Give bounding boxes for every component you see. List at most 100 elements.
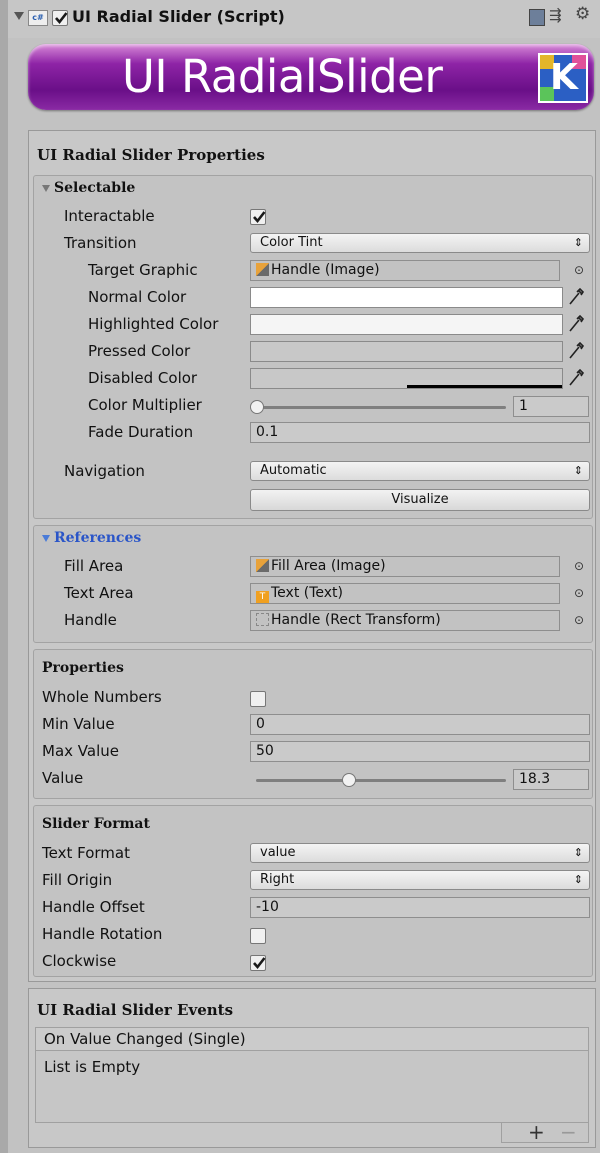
handle-field[interactable]: Handle (Rect Transform) — [250, 610, 560, 631]
add-listener-button[interactable]: + — [528, 1120, 545, 1144]
csharp-script-icon: c# — [28, 10, 48, 26]
fill-area-label: Fill Area — [64, 557, 124, 575]
references-foldout[interactable]: References — [42, 530, 141, 546]
object-picker-icon[interactable]: ⊙ — [574, 263, 584, 277]
interactable-label: Interactable — [64, 207, 155, 225]
fill-origin-dropdown[interactable]: Right ⇕ — [250, 870, 590, 890]
slider-format-title: Slider Format — [42, 816, 150, 832]
fade-duration-label: Fade Duration — [88, 423, 194, 441]
selectable-foldout[interactable]: Selectable — [42, 180, 135, 196]
eyedropper-icon[interactable] — [567, 314, 585, 334]
handle-label: Handle — [64, 611, 117, 629]
remove-listener-button[interactable]: − — [560, 1120, 577, 1144]
alpha-bar — [407, 385, 562, 388]
highlighted-color-label: Highlighted Color — [88, 315, 219, 333]
dropdown-arrow-icon: ⇕ — [573, 846, 583, 859]
events-panel: UI Radial Slider Events On Value Changed… — [28, 988, 596, 1148]
foldout-triangle-icon — [42, 184, 50, 192]
max-value-label: Max Value — [42, 742, 119, 760]
highlighted-color-swatch[interactable] — [250, 314, 563, 335]
preset-icon[interactable]: ⇶ — [549, 6, 562, 24]
event-list-body: List is Empty — [35, 1051, 589, 1123]
whole-numbers-checkbox[interactable] — [250, 691, 266, 707]
max-value-field[interactable]: 50 — [250, 741, 590, 762]
visualize-button[interactable]: Visualize — [250, 489, 590, 511]
object-picker-icon[interactable]: ⊙ — [574, 613, 584, 627]
value-label: Value — [42, 769, 84, 787]
color-multiplier-field[interactable]: 1 — [513, 396, 589, 417]
image-icon — [256, 559, 269, 572]
fill-origin-label: Fill Origin — [42, 871, 113, 889]
color-multiplier-slider-thumb[interactable] — [250, 400, 264, 414]
text-format-label: Text Format — [42, 844, 130, 862]
text-area-label: Text Area — [64, 584, 134, 602]
disabled-color-swatch[interactable] — [250, 368, 563, 389]
value-field[interactable]: 18.3 — [513, 769, 589, 790]
transition-dropdown[interactable]: Color Tint ⇕ — [250, 233, 590, 253]
navigation-label: Navigation — [64, 462, 145, 480]
inspector-gutter — [0, 0, 8, 1153]
value-slider-track[interactable] — [256, 779, 506, 782]
color-multiplier-label: Color Multiplier — [88, 396, 202, 414]
selectable-group: Selectable Interactable Transition Color… — [33, 175, 593, 519]
clockwise-label: Clockwise — [42, 952, 117, 970]
properties-group-title: Properties — [42, 660, 124, 676]
gear-icon[interactable]: ⚙ — [575, 4, 590, 24]
k-logo-icon: K — [538, 53, 588, 103]
fade-duration-field[interactable]: 0.1 — [250, 422, 590, 443]
object-picker-icon[interactable]: ⊙ — [574, 586, 584, 600]
eyedropper-icon[interactable] — [567, 287, 585, 307]
events-panel-title: UI Radial Slider Events — [37, 1001, 234, 1019]
on-value-changed-header: On Value Changed (Single) — [35, 1027, 589, 1051]
object-picker-icon[interactable]: ⊙ — [574, 559, 584, 573]
properties-group: Properties Whole Numbers Min Value 0 Max… — [33, 649, 593, 799]
list-empty-text: List is Empty — [44, 1058, 141, 1076]
foldout-triangle-icon[interactable] — [14, 12, 24, 20]
value-slider-thumb[interactable] — [341, 773, 356, 787]
text-format-dropdown[interactable]: value ⇕ — [250, 843, 590, 863]
clockwise-checkbox[interactable] — [250, 955, 266, 971]
fill-area-field[interactable]: Fill Area (Image) — [250, 556, 560, 577]
properties-panel: UI Radial Slider Properties Selectable I… — [28, 130, 596, 982]
transition-label: Transition — [64, 234, 137, 252]
color-multiplier-slider-track[interactable] — [256, 406, 506, 409]
text-area-field[interactable]: T Text (Text) — [250, 583, 560, 604]
eyedropper-icon[interactable] — [567, 368, 585, 388]
plugin-banner: UI RadialSlider K — [28, 44, 594, 110]
rect-transform-icon — [256, 613, 269, 626]
dropdown-arrow-icon: ⇕ — [573, 464, 583, 477]
dropdown-arrow-icon: ⇕ — [573, 873, 583, 886]
target-graphic-label: Target Graphic — [88, 261, 198, 279]
target-graphic-field[interactable]: Handle (Image) — [250, 260, 560, 281]
disabled-color-label: Disabled Color — [88, 369, 198, 387]
checkmark-icon — [55, 12, 68, 25]
interactable-checkbox[interactable] — [250, 209, 266, 225]
banner-title: UI RadialSlider — [122, 50, 443, 103]
navigation-dropdown[interactable]: Automatic ⇕ — [250, 461, 590, 481]
component-header: c# UI Radial Slider (Script) ⇶ ⚙ — [8, 0, 600, 38]
min-value-field[interactable]: 0 — [250, 714, 590, 735]
foldout-triangle-icon — [42, 534, 50, 542]
properties-panel-title: UI Radial Slider Properties — [37, 146, 265, 164]
help-book-icon[interactable] — [529, 9, 545, 26]
event-list-footer: + − — [501, 1120, 589, 1144]
text-icon: T — [256, 591, 269, 603]
pressed-color-label: Pressed Color — [88, 342, 191, 360]
references-group: References Fill Area Fill Area (Image) ⊙… — [33, 525, 593, 643]
whole-numbers-label: Whole Numbers — [42, 688, 162, 706]
image-icon — [256, 263, 269, 276]
eyedropper-icon[interactable] — [567, 341, 585, 361]
component-title: UI Radial Slider (Script) — [72, 7, 285, 26]
pressed-color-swatch[interactable] — [250, 341, 563, 362]
dropdown-arrow-icon: ⇕ — [573, 236, 583, 249]
slider-format-group: Slider Format Text Format value ⇕ Fill Or… — [33, 805, 593, 977]
component-enabled-checkbox[interactable] — [52, 10, 68, 26]
min-value-label: Min Value — [42, 715, 115, 733]
handle-rotation-label: Handle Rotation — [42, 925, 163, 943]
normal-color-swatch[interactable] — [250, 287, 563, 308]
normal-color-label: Normal Color — [88, 288, 187, 306]
checkmark-icon — [253, 211, 266, 224]
handle-offset-field[interactable]: -10 — [250, 897, 590, 918]
handle-rotation-checkbox[interactable] — [250, 928, 266, 944]
handle-offset-label: Handle Offset — [42, 898, 145, 916]
